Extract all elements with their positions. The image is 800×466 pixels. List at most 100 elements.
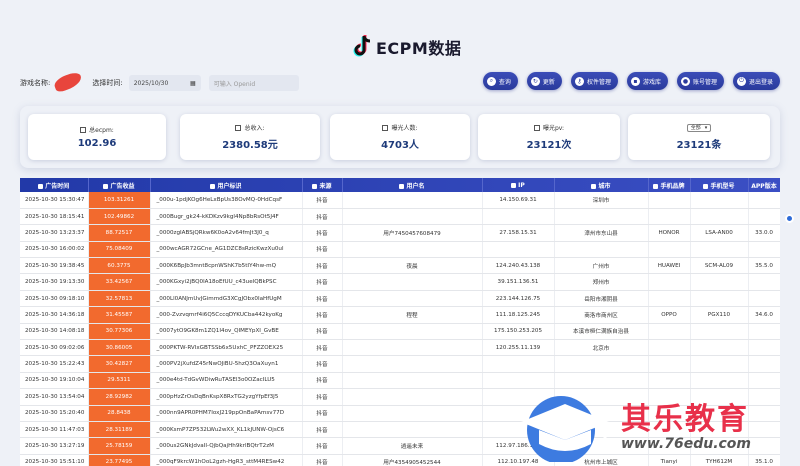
cell-source: 抖音: [302, 224, 343, 242]
cell-model: [690, 372, 749, 390]
col-username[interactable]: 用户名: [342, 178, 483, 192]
table-row[interactable]: 2025-10-30 19:13:30 33.42567 _000KGxyi2jBQ…: [20, 273, 780, 291]
table-row[interactable]: 2025-10-30 13:23:37 88.72517 _0000zgIABSjQ…: [20, 224, 780, 242]
cell-source: 抖音: [302, 388, 343, 406]
cell-app-version: [748, 208, 780, 226]
cell-username: 夜晨: [342, 257, 483, 275]
game-select[interactable]: [52, 70, 84, 94]
table-header: 广告时间 广告收益 用户标识 来源 用户名 IP 城市 手机品牌 手机型号 AP…: [20, 178, 780, 192]
cell-revenue: 30.86005: [88, 339, 151, 357]
cell-model: [690, 339, 749, 357]
col-user-id[interactable]: 用户标识: [150, 178, 303, 192]
scope-select-value: 全部: [690, 125, 701, 131]
cell-brand: [648, 192, 691, 209]
account-manage-button[interactable]: ● 账号管理: [676, 72, 724, 90]
cell-ad-time: 2025-10-30 11:47:03: [20, 421, 89, 439]
cell-brand: [648, 273, 691, 291]
cell-app-version: [748, 355, 780, 373]
ecpm-icon: [80, 126, 87, 133]
cell-ad-time: 2025-10-30 19:13:30: [20, 273, 89, 291]
cell-city: 本溪市桓仁满族自治县: [554, 323, 649, 341]
col-app-version[interactable]: APP版本: [748, 178, 780, 192]
cell-ip: [482, 355, 555, 373]
cell-ip: 14.150.69.31: [482, 192, 555, 209]
cell-user-id: _000PKTW-RVIxGBTSSb6x5UxhC_PFZZOEX25: [150, 339, 303, 357]
col-phone-brand[interactable]: 手机品牌: [648, 178, 691, 192]
col-city[interactable]: 城市: [554, 178, 649, 192]
table-row[interactable]: 2025-10-30 14:08:18 30.77306 _0007ytO9GK8m…: [20, 323, 780, 341]
cell-ad-time: 2025-10-30 15:20:40: [20, 405, 89, 422]
cell-source: 抖音: [302, 323, 343, 341]
cell-city: 北京市: [554, 339, 649, 357]
phone-icon: [653, 183, 659, 189]
cell-app-version: [748, 372, 780, 390]
table-row[interactable]: 2025-10-30 16:00:02 75.08409 _000wcAGR72GC…: [20, 241, 780, 259]
cell-city: 岳阳市湘阴县: [554, 290, 649, 308]
col-ad-revenue[interactable]: 广告收益: [88, 178, 151, 192]
openid-input[interactable]: 可输入 Openid: [208, 75, 299, 91]
query-button[interactable]: ⌕ 查询: [482, 72, 518, 90]
cell-model: [690, 323, 749, 341]
cell-source: 抖音: [302, 437, 343, 455]
table-row[interactable]: 2025-10-30 15:30:47 103.31261 _000u-1pdjKO…: [20, 192, 780, 209]
source-icon: [312, 183, 318, 189]
cell-user-id: _000KGxyi2jBQ0lA18oEfUU_c43uelQBkPSC: [150, 273, 303, 291]
cell-model: PGX110: [690, 306, 749, 324]
table-row[interactable]: 2025-10-30 19:10:04 29.5311 _000e4td-TdGvW…: [20, 372, 780, 390]
game-library-button[interactable]: ▪ 游戏库: [626, 72, 668, 90]
logout-button[interactable]: ⏻ 退出登录: [732, 72, 780, 90]
cell-revenue: 75.08409: [88, 241, 151, 259]
graduation-cap-icon: [521, 396, 609, 462]
cell-app-version: [748, 241, 780, 259]
cell-model: SCM-AL09: [690, 257, 749, 275]
watermark: 其乐教育 www.76edu.com: [513, 388, 793, 466]
cell-app-version: [748, 323, 780, 341]
cell-city: 漳州市东山县: [554, 224, 649, 242]
date-input[interactable]: 2025/10/30 ▦: [128, 75, 201, 91]
cell-ip: 175.150.253.205: [482, 323, 555, 341]
scope-select[interactable]: 全部 ▾: [686, 123, 712, 132]
license-manage-button[interactable]: ⚷ 权件管理: [570, 72, 618, 90]
table-row[interactable]: 2025-10-30 09:02:06 30.86005 _000PKTW-RVIx…: [20, 339, 780, 357]
cell-username: [342, 405, 483, 422]
cell-username: [342, 192, 483, 209]
stat-value: 102.96: [77, 138, 117, 149]
cell-source: 抖音: [302, 257, 343, 275]
cell-city: 商洛市商州区: [554, 306, 649, 324]
refresh-icon: ↻: [530, 76, 540, 86]
toolbar: ⌕ 查询 ↻ 更新 ⚷ 权件管理 ▪ 游戏库 ● 账号管理 ⏻ 退出登录: [482, 72, 780, 90]
col-source[interactable]: 来源: [302, 178, 343, 192]
cell-brand: OPPO: [648, 306, 691, 324]
game-label: 游戏名称:: [20, 79, 51, 87]
table-row[interactable]: 2025-10-30 19:38:45 60.3775 _000K6BpJb3mnt…: [20, 257, 780, 275]
update-button[interactable]: ↻ 更新: [526, 72, 562, 90]
stat-exposure-users: 曝光人数: 4703人: [330, 114, 470, 160]
cell-revenue: 60.3775: [88, 257, 151, 275]
table-row[interactable]: 2025-10-30 14:36:18 31.45587 _000-Zvzvqmrf…: [20, 306, 780, 324]
table-row[interactable]: 2025-10-30 18:15:41 102.49862 _000Bugr_gk2…: [20, 208, 780, 226]
cell-city: [554, 241, 649, 259]
col-ad-time[interactable]: 广告时间: [20, 178, 89, 192]
ip-icon: [511, 182, 517, 188]
user-icon: ●: [680, 76, 690, 86]
cell-ip: 27.158.15.31: [482, 224, 555, 242]
side-float-button[interactable]: [785, 214, 794, 223]
stat-label: 总ecpm:: [89, 127, 114, 134]
cell-revenue: 30.42827: [88, 355, 151, 373]
cell-username: [342, 339, 483, 357]
cell-revenue: 29.5311: [88, 372, 151, 390]
cell-user-id: _000qF9krcW1hOoL2gzh-HgR3_sttM4RESw42: [150, 454, 303, 466]
col-ip[interactable]: IP: [482, 178, 555, 192]
cell-source: 抖音: [302, 208, 343, 226]
stat-record-count: 全部 ▾ 23121条: [628, 114, 770, 160]
table-row[interactable]: 2025-10-30 15:22:43 30.42827 _000PV2jXufdZ…: [20, 355, 780, 373]
stat-value: 23121条: [676, 139, 722, 151]
watermark-title: 其乐教育: [621, 402, 749, 437]
cell-revenue: 23.77495: [88, 454, 151, 466]
cell-city: 广州市: [554, 257, 649, 275]
cell-revenue: 28.31189: [88, 421, 151, 439]
redaction-mark: [52, 70, 84, 94]
phone-icon: [703, 183, 709, 189]
table-row[interactable]: 2025-10-30 09:18:10 32.57813 _000Ll0ANJmUv…: [20, 290, 780, 308]
col-phone-model[interactable]: 手机型号: [690, 178, 749, 192]
